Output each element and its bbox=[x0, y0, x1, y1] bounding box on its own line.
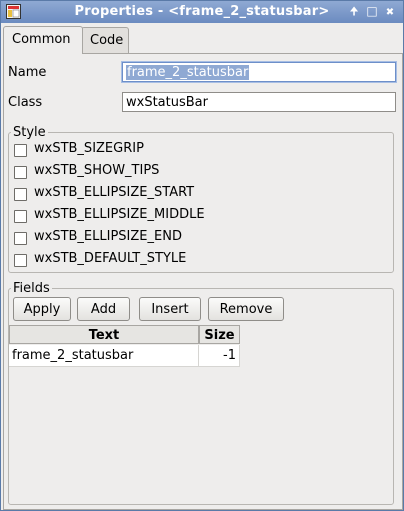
checkbox-label: wxSTB_ELLIPSIZE_END bbox=[34, 229, 182, 244]
cell-size[interactable]: -1 bbox=[199, 345, 240, 367]
fields-legend: Fields bbox=[13, 281, 50, 296]
checkbox-box[interactable] bbox=[14, 232, 27, 245]
tab-code-label: Code bbox=[90, 33, 124, 48]
window-title: Properties - <frame_2_statusbar> bbox=[74, 4, 330, 19]
maximize-button[interactable]: □ bbox=[365, 4, 379, 19]
name-value: frame_2_statusbar bbox=[126, 65, 250, 80]
checkbox-label: wxSTB_DEFAULT_STYLE bbox=[34, 251, 187, 266]
apply-button[interactable]: Apply bbox=[13, 297, 71, 321]
arrow-up-icon: 🠉 bbox=[349, 5, 359, 18]
checkbox-label: wxSTB_ELLIPSIZE_START bbox=[34, 185, 195, 200]
checkbox-label: wxSTB_SIZEGRIP bbox=[34, 141, 144, 156]
checkbox-box[interactable] bbox=[14, 166, 27, 179]
checkbox-box[interactable] bbox=[14, 254, 27, 267]
tab-common[interactable]: Common bbox=[3, 26, 83, 54]
cell-text[interactable]: frame_2_statusbar bbox=[9, 345, 199, 367]
name-field[interactable]: frame_2_statusbar bbox=[122, 62, 396, 82]
fields-grid[interactable]: Text Size frame_2_statusbar -1 bbox=[9, 325, 240, 369]
close-icon: ✖ bbox=[385, 7, 395, 18]
properties-window: Properties - <frame_2_statusbar> 🠉 □ ✖ C… bbox=[0, 0, 404, 511]
title-bar[interactable]: Properties - <frame_2_statusbar> 🠉 □ ✖ bbox=[1, 1, 403, 23]
name-label: Name bbox=[8, 65, 47, 80]
column-header-text[interactable]: Text bbox=[9, 325, 199, 344]
add-button[interactable]: Add bbox=[77, 297, 130, 321]
tab-common-label: Common bbox=[12, 32, 71, 47]
column-header-size[interactable]: Size bbox=[199, 325, 240, 344]
checkbox-label: wxSTB_ELLIPSIZE_MIDDLE bbox=[34, 207, 205, 222]
remove-button[interactable]: Remove bbox=[208, 297, 284, 321]
checkbox-label: wxSTB_SHOW_TIPS bbox=[34, 163, 160, 178]
class-value: wxStatusBar bbox=[126, 95, 208, 110]
close-button[interactable]: ✖ bbox=[383, 4, 397, 19]
checkbox-box[interactable] bbox=[14, 188, 27, 201]
class-field[interactable]: wxStatusBar bbox=[122, 92, 396, 112]
shade-button[interactable]: 🠉 bbox=[347, 4, 361, 19]
checkbox-box[interactable] bbox=[14, 144, 27, 157]
insert-button[interactable]: Insert bbox=[139, 297, 201, 321]
maximize-icon: □ bbox=[366, 4, 378, 18]
style-legend: Style bbox=[13, 125, 46, 140]
tab-code[interactable]: Code bbox=[81, 27, 129, 53]
checkbox-box[interactable] bbox=[14, 210, 27, 223]
class-label: Class bbox=[8, 95, 43, 110]
